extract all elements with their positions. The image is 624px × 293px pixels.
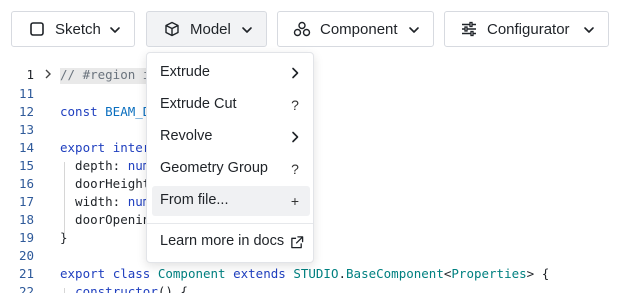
code-text: // #region i: [60, 67, 150, 82]
code-line[interactable]: 22 constructor() {: [0, 284, 624, 293]
component-button[interactable]: Component: [277, 11, 434, 47]
chevron-down-icon: [408, 23, 420, 35]
menu-item-label: Geometry Group: [160, 160, 268, 176]
fold-chevron-icon[interactable]: [44, 68, 54, 82]
menu-item-extrude[interactable]: Extrude: [152, 58, 310, 88]
configurator-button[interactable]: Configurator: [444, 11, 609, 47]
line-number: 15: [18, 158, 34, 173]
line-number: 13: [18, 122, 34, 137]
code-text: doorHeight: [60, 176, 150, 191]
menu-item-label: From file...: [160, 192, 229, 208]
line-number: 16: [18, 176, 34, 191]
code-token: depth:: [60, 158, 128, 173]
menu-item-learn-more[interactable]: Learn more in docs: [152, 227, 310, 257]
code-text: depth: num: [60, 158, 150, 173]
line-number: 22: [18, 284, 34, 293]
chevron-down-icon: [241, 23, 253, 35]
menu-item-label: Extrude Cut: [160, 96, 237, 112]
cube-icon: [163, 20, 181, 38]
code-token: class: [112, 266, 158, 281]
code-token: > {: [526, 266, 550, 281]
model-button[interactable]: Model: [146, 11, 267, 47]
code-token: }: [60, 230, 68, 245]
code-token: width:: [60, 194, 128, 209]
square-icon: [28, 20, 46, 38]
plus-icon: +: [290, 193, 300, 209]
code-token: export: [60, 266, 113, 281]
chevron-right-icon: [288, 65, 302, 81]
components-icon: [293, 20, 311, 38]
line-number: 12: [18, 104, 34, 119]
component-button-label: Component: [320, 20, 398, 38]
code-text: }: [60, 230, 68, 245]
code-text: const BEAM_D: [60, 104, 150, 119]
chevron-right-icon: [288, 129, 302, 145]
menu-item-revolve[interactable]: Revolve: [152, 122, 310, 152]
code-text: doorOpenin: [60, 212, 150, 227]
menu-item-from-file[interactable]: From file... +: [152, 186, 310, 216]
configurator-button-label: Configurator: [487, 20, 570, 38]
menu-item-extrude-cut[interactable]: Extrude Cut ?: [152, 90, 310, 120]
menu-item-geometry-group[interactable]: Geometry Group ?: [152, 154, 310, 184]
sketch-button[interactable]: Sketch: [11, 11, 135, 47]
question-icon: ?: [291, 161, 299, 177]
code-text: constructor() {: [60, 284, 188, 293]
question-icon: ?: [291, 97, 299, 113]
code-token: const: [60, 104, 106, 119]
menu-item-label: Revolve: [160, 128, 213, 144]
line-number: 18: [18, 212, 34, 227]
external-link-icon: [290, 234, 304, 250]
code-token: export: [60, 140, 113, 155]
menu-item-label: Extrude: [160, 64, 210, 80]
sliders-icon: [460, 20, 478, 38]
line-number: 11: [18, 86, 34, 101]
line-number: 20: [18, 248, 34, 263]
chevron-down-icon: [583, 23, 595, 35]
line-number: 19: [18, 230, 34, 245]
code-token: // #region i: [60, 67, 151, 82]
line-number: 21: [18, 266, 34, 281]
code-token: () {: [157, 284, 188, 293]
line-number: 1: [26, 67, 34, 82]
code-token: .: [338, 266, 347, 281]
code-token: inter: [112, 140, 151, 155]
code-token: BEAM_D: [105, 104, 151, 119]
menu-item-label: Learn more in docs: [160, 233, 285, 249]
code-token: extends: [233, 266, 294, 281]
sketch-button-label: Sketch: [55, 20, 101, 38]
chevron-down-icon: [109, 23, 121, 35]
code-token: BaseComponent: [346, 266, 444, 281]
model-button-label: Model: [190, 20, 231, 38]
code-text: export class Component extends STUDIO.Ba…: [60, 266, 549, 281]
code-line[interactable]: 21 export class Component extends STUDIO.…: [0, 266, 624, 284]
code-token: Component: [157, 266, 234, 281]
code-token: STUDIO: [293, 266, 339, 281]
code-token: doorOpenin: [60, 212, 151, 227]
code-token: constructor: [75, 284, 158, 293]
code-text: width: num: [60, 194, 150, 209]
model-dropdown-menu: Extrude Extrude Cut ? Revolve Geometry G…: [146, 52, 314, 263]
toolbar: Sketch Model Component Configurator: [0, 0, 624, 58]
menu-divider: [147, 223, 313, 224]
line-number: 17: [18, 194, 34, 209]
code-text: export inter: [60, 140, 150, 155]
line-number: 14: [18, 140, 34, 155]
code-token: doorHeight: [60, 176, 151, 191]
code-token: Properties: [451, 266, 527, 281]
